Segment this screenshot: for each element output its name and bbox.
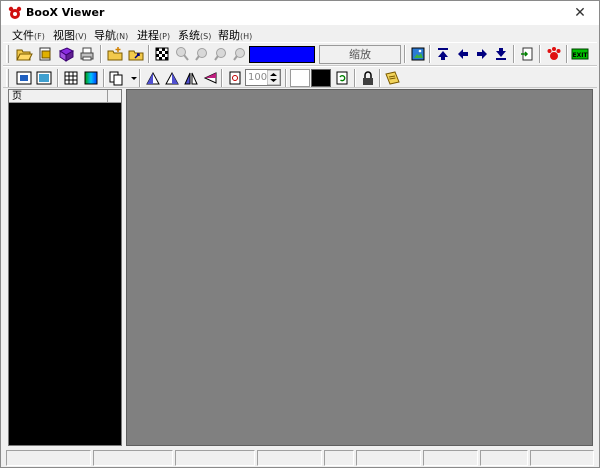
menu-system[interactable]: 系统(S)	[178, 27, 211, 43]
zoom-spinner[interactable]	[266, 69, 281, 86]
chevron-down-icon[interactable]	[125, 69, 137, 87]
boox-app-icon	[7, 5, 23, 21]
gradient-icon[interactable]	[82, 69, 100, 87]
column-divider[interactable]	[107, 90, 108, 103]
toolbar-separator	[513, 45, 515, 63]
toolbar-separator	[139, 69, 141, 87]
next-page-icon[interactable]	[473, 45, 491, 63]
grid-view-icon[interactable]	[62, 69, 80, 87]
status-cell	[175, 450, 255, 466]
fullscreen-icon[interactable]	[35, 69, 53, 87]
exit-label: EXIT	[572, 52, 588, 59]
toolbar-separator	[100, 45, 102, 63]
paw-icon[interactable]	[545, 45, 563, 63]
last-page-icon[interactable]	[492, 45, 510, 63]
flip-horizontal-icon[interactable]	[182, 69, 200, 87]
exit-icon[interactable]: EXIT	[571, 45, 589, 63]
toolbar-separator	[566, 45, 568, 63]
book-icon[interactable]	[57, 45, 75, 63]
toolbar-grip[interactable]	[6, 69, 9, 87]
menu-file[interactable]: 文件(F)	[12, 27, 45, 43]
main-toolbar: 缩放 EXIT	[3, 42, 597, 66]
notes-icon[interactable]	[383, 69, 401, 87]
status-cell	[257, 450, 322, 466]
checker-pattern-icon[interactable]	[153, 45, 171, 63]
toolbar-separator	[103, 69, 105, 87]
status-cell	[356, 450, 421, 466]
export-folder-icon[interactable]	[127, 45, 145, 63]
toolbar-separator	[221, 69, 223, 87]
page-zoom-icon[interactable]	[226, 69, 244, 87]
zoom-button[interactable]: 缩放	[319, 45, 401, 64]
open-file-icon[interactable]	[36, 45, 54, 63]
zoom-out-icon[interactable]	[193, 45, 211, 63]
status-cell	[93, 450, 173, 466]
prev-page-icon[interactable]	[454, 45, 472, 63]
menu-process[interactable]: 进程(P)	[137, 27, 170, 43]
page-list-header[interactable]: 页	[9, 90, 121, 103]
status-bar	[3, 448, 597, 467]
color-picker-blue[interactable]	[249, 46, 315, 63]
rotate-left-icon[interactable]	[144, 69, 162, 87]
toolbar-separator	[404, 45, 406, 63]
picture-icon[interactable]	[409, 45, 427, 63]
toolbar-grip[interactable]	[6, 45, 9, 63]
close-icon[interactable]: ✕	[571, 4, 589, 22]
app-window: BooX Viewer ✕ 文件(F) 视图(V) 导航(N) 进程(P) 系统…	[0, 0, 600, 468]
copy-pages-icon[interactable]	[107, 69, 125, 87]
menu-help[interactable]: 帮助(H)	[218, 27, 252, 43]
secondary-toolbar: 100	[3, 66, 597, 88]
lock-icon[interactable]	[359, 69, 377, 87]
status-cell	[423, 450, 478, 466]
page-column-header[interactable]: 页	[12, 90, 22, 103]
status-cell	[530, 450, 594, 466]
first-page-icon[interactable]	[434, 45, 452, 63]
document-view[interactable]	[126, 89, 593, 446]
single-page-icon[interactable]	[15, 69, 33, 87]
flip-vertical-icon[interactable]	[201, 69, 219, 87]
zoom-fit-icon[interactable]	[212, 45, 230, 63]
print-icon[interactable]	[78, 45, 96, 63]
new-folder-icon[interactable]	[106, 45, 124, 63]
toolbar-separator	[285, 69, 287, 87]
status-cell	[324, 450, 354, 466]
status-cell	[480, 450, 528, 466]
window-title: BooX Viewer	[26, 6, 105, 19]
toolbar-separator	[539, 45, 541, 63]
zoom-in-icon[interactable]	[173, 45, 191, 63]
toolbar-separator	[429, 45, 431, 63]
zoom-width-icon[interactable]	[231, 45, 249, 63]
page-list-panel[interactable]: 页	[8, 89, 122, 446]
status-cell	[6, 450, 91, 466]
goto-page-icon[interactable]	[518, 45, 536, 63]
menu-navigate[interactable]: 导航(N)	[94, 27, 128, 43]
title-bar: BooX Viewer ✕	[1, 1, 599, 25]
open-folder-icon[interactable]	[15, 45, 33, 63]
toolbar-separator	[379, 69, 381, 87]
foreground-color-swatch[interactable]	[311, 69, 331, 87]
toolbar-separator	[354, 69, 356, 87]
toolbar-separator	[57, 69, 59, 87]
toolbar-separator	[148, 45, 150, 63]
rotate-right-icon[interactable]	[163, 69, 181, 87]
menu-bar: 文件(F) 视图(V) 导航(N) 进程(P) 系统(S) 帮助(H)	[1, 25, 599, 42]
refresh-icon[interactable]	[333, 69, 351, 87]
background-color-swatch[interactable]	[290, 69, 310, 87]
menu-view[interactable]: 视图(V)	[53, 27, 87, 43]
